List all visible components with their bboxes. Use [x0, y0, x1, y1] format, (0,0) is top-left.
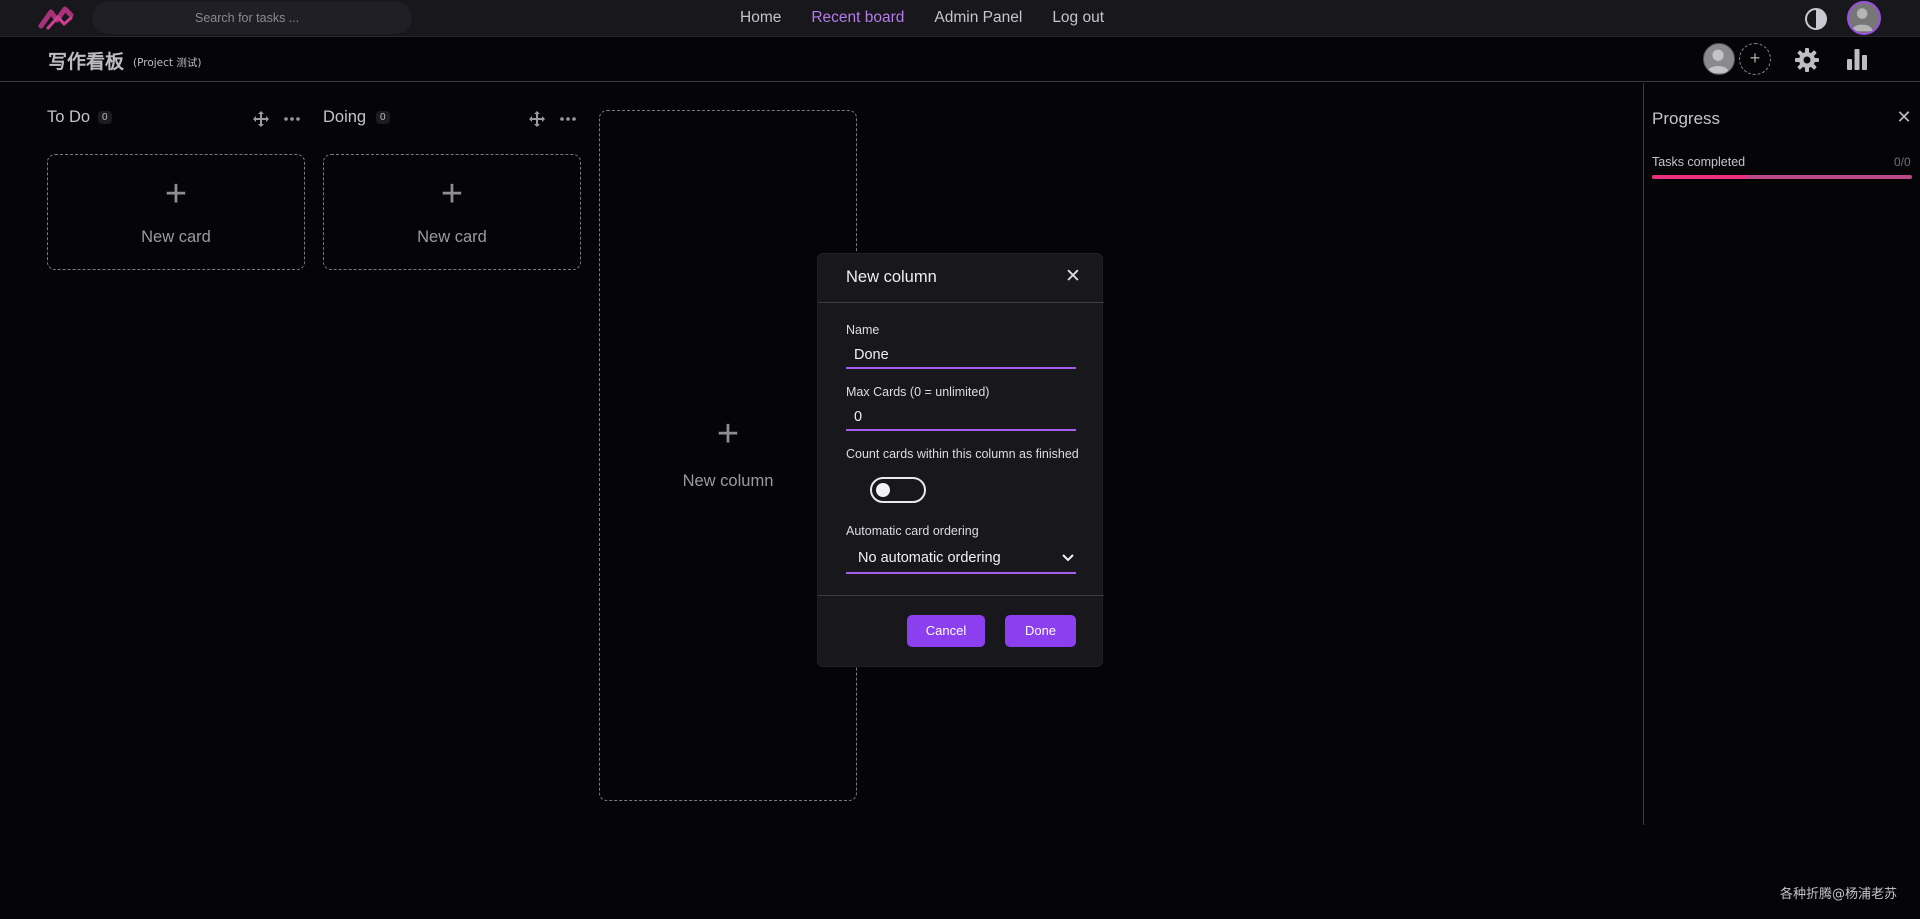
column-title[interactable]: Doing	[323, 108, 366, 127]
user-avatar[interactable]	[1847, 1, 1881, 35]
theme-toggle-icon[interactable]	[1804, 7, 1828, 31]
watermark-text: 各种折腾@杨浦老苏	[1780, 887, 1898, 902]
avatar-silhouette-icon	[1851, 8, 1873, 32]
max-cards-field[interactable]	[846, 405, 1076, 431]
move-icon[interactable]	[528, 110, 546, 128]
column-title[interactable]: To Do	[47, 108, 90, 127]
board-title: 写作看板	[48, 51, 125, 73]
count-finished-label: Count cards within this column as finish…	[846, 447, 1079, 461]
nav-link-recent-board[interactable]: Recent board	[796, 0, 919, 37]
new-card-label: New card	[417, 228, 487, 246]
dialog-title: New column	[846, 268, 937, 286]
plus-icon: +	[440, 173, 464, 215]
more-options-icon[interactable]	[283, 110, 301, 128]
search-input[interactable]: Search for tasks ...	[92, 2, 412, 34]
statistics-icon[interactable]	[1845, 47, 1869, 71]
close-icon[interactable]: ✕	[1896, 108, 1912, 126]
app-logo-icon[interactable]	[38, 4, 74, 32]
done-button[interactable]: Done	[1005, 615, 1076, 647]
name-label: Name	[846, 323, 880, 337]
progress-title: Progress	[1652, 109, 1721, 128]
new-card-button[interactable]: + New card	[47, 154, 305, 270]
member-avatar[interactable]	[1703, 43, 1735, 75]
name-field[interactable]	[846, 343, 1076, 369]
nav-link-admin-panel[interactable]: Admin Panel	[919, 0, 1037, 37]
count-finished-toggle[interactable]	[870, 477, 926, 503]
gear-icon[interactable]	[1794, 47, 1820, 73]
dialog-divider	[818, 595, 1104, 596]
move-icon[interactable]	[252, 110, 270, 128]
progress-panel: Progress ✕ Tasks completed 0/0	[1643, 83, 1920, 825]
column-header-todo: To Do 0	[47, 108, 305, 130]
tasks-completed-count: 0/0	[1894, 155, 1911, 169]
progress-bar	[1652, 175, 1912, 179]
nav-link-home[interactable]: Home	[725, 0, 796, 37]
board-header: 写作看板 (Project 测试) +	[0, 37, 1920, 82]
column-header-doing: Doing 0	[323, 108, 581, 130]
nav-link-log-out[interactable]: Log out	[1037, 0, 1119, 37]
toggle-knob	[876, 483, 890, 497]
tasks-completed-label: Tasks completed	[1652, 155, 1746, 169]
ordering-label: Automatic card ordering	[846, 524, 979, 538]
max-cards-label: Max Cards (0 = unlimited)	[846, 385, 990, 399]
ordering-select[interactable]: No automatic ordering	[846, 544, 1076, 574]
avatar-silhouette-icon	[1706, 49, 1730, 74]
new-card-button[interactable]: + New card	[323, 154, 581, 270]
new-card-label: New card	[141, 228, 211, 246]
add-member-button[interactable]: +	[1739, 43, 1771, 75]
top-nav: Search for tasks ... Home Recent board A…	[0, 0, 1920, 37]
main-nav: Home Recent board Admin Panel Log out	[725, 0, 1119, 37]
chevron-down-icon	[1062, 554, 1074, 562]
column-card-count: 0	[376, 111, 390, 124]
board-project-label: (Project 测试)	[133, 57, 202, 69]
more-options-icon[interactable]	[559, 110, 577, 128]
plus-icon: +	[164, 173, 188, 215]
column-card-count: 0	[98, 111, 112, 124]
close-icon[interactable]: ✕	[1065, 267, 1081, 286]
plus-icon: +	[716, 413, 740, 455]
progress-bar-fill	[1652, 175, 1749, 179]
cancel-button[interactable]: Cancel	[907, 615, 985, 647]
dialog-divider	[818, 302, 1104, 303]
ordering-selected-value: No automatic ordering	[858, 550, 1001, 566]
new-column-dialog: New column ✕ Name Max Cards (0 = unlimit…	[817, 253, 1104, 667]
